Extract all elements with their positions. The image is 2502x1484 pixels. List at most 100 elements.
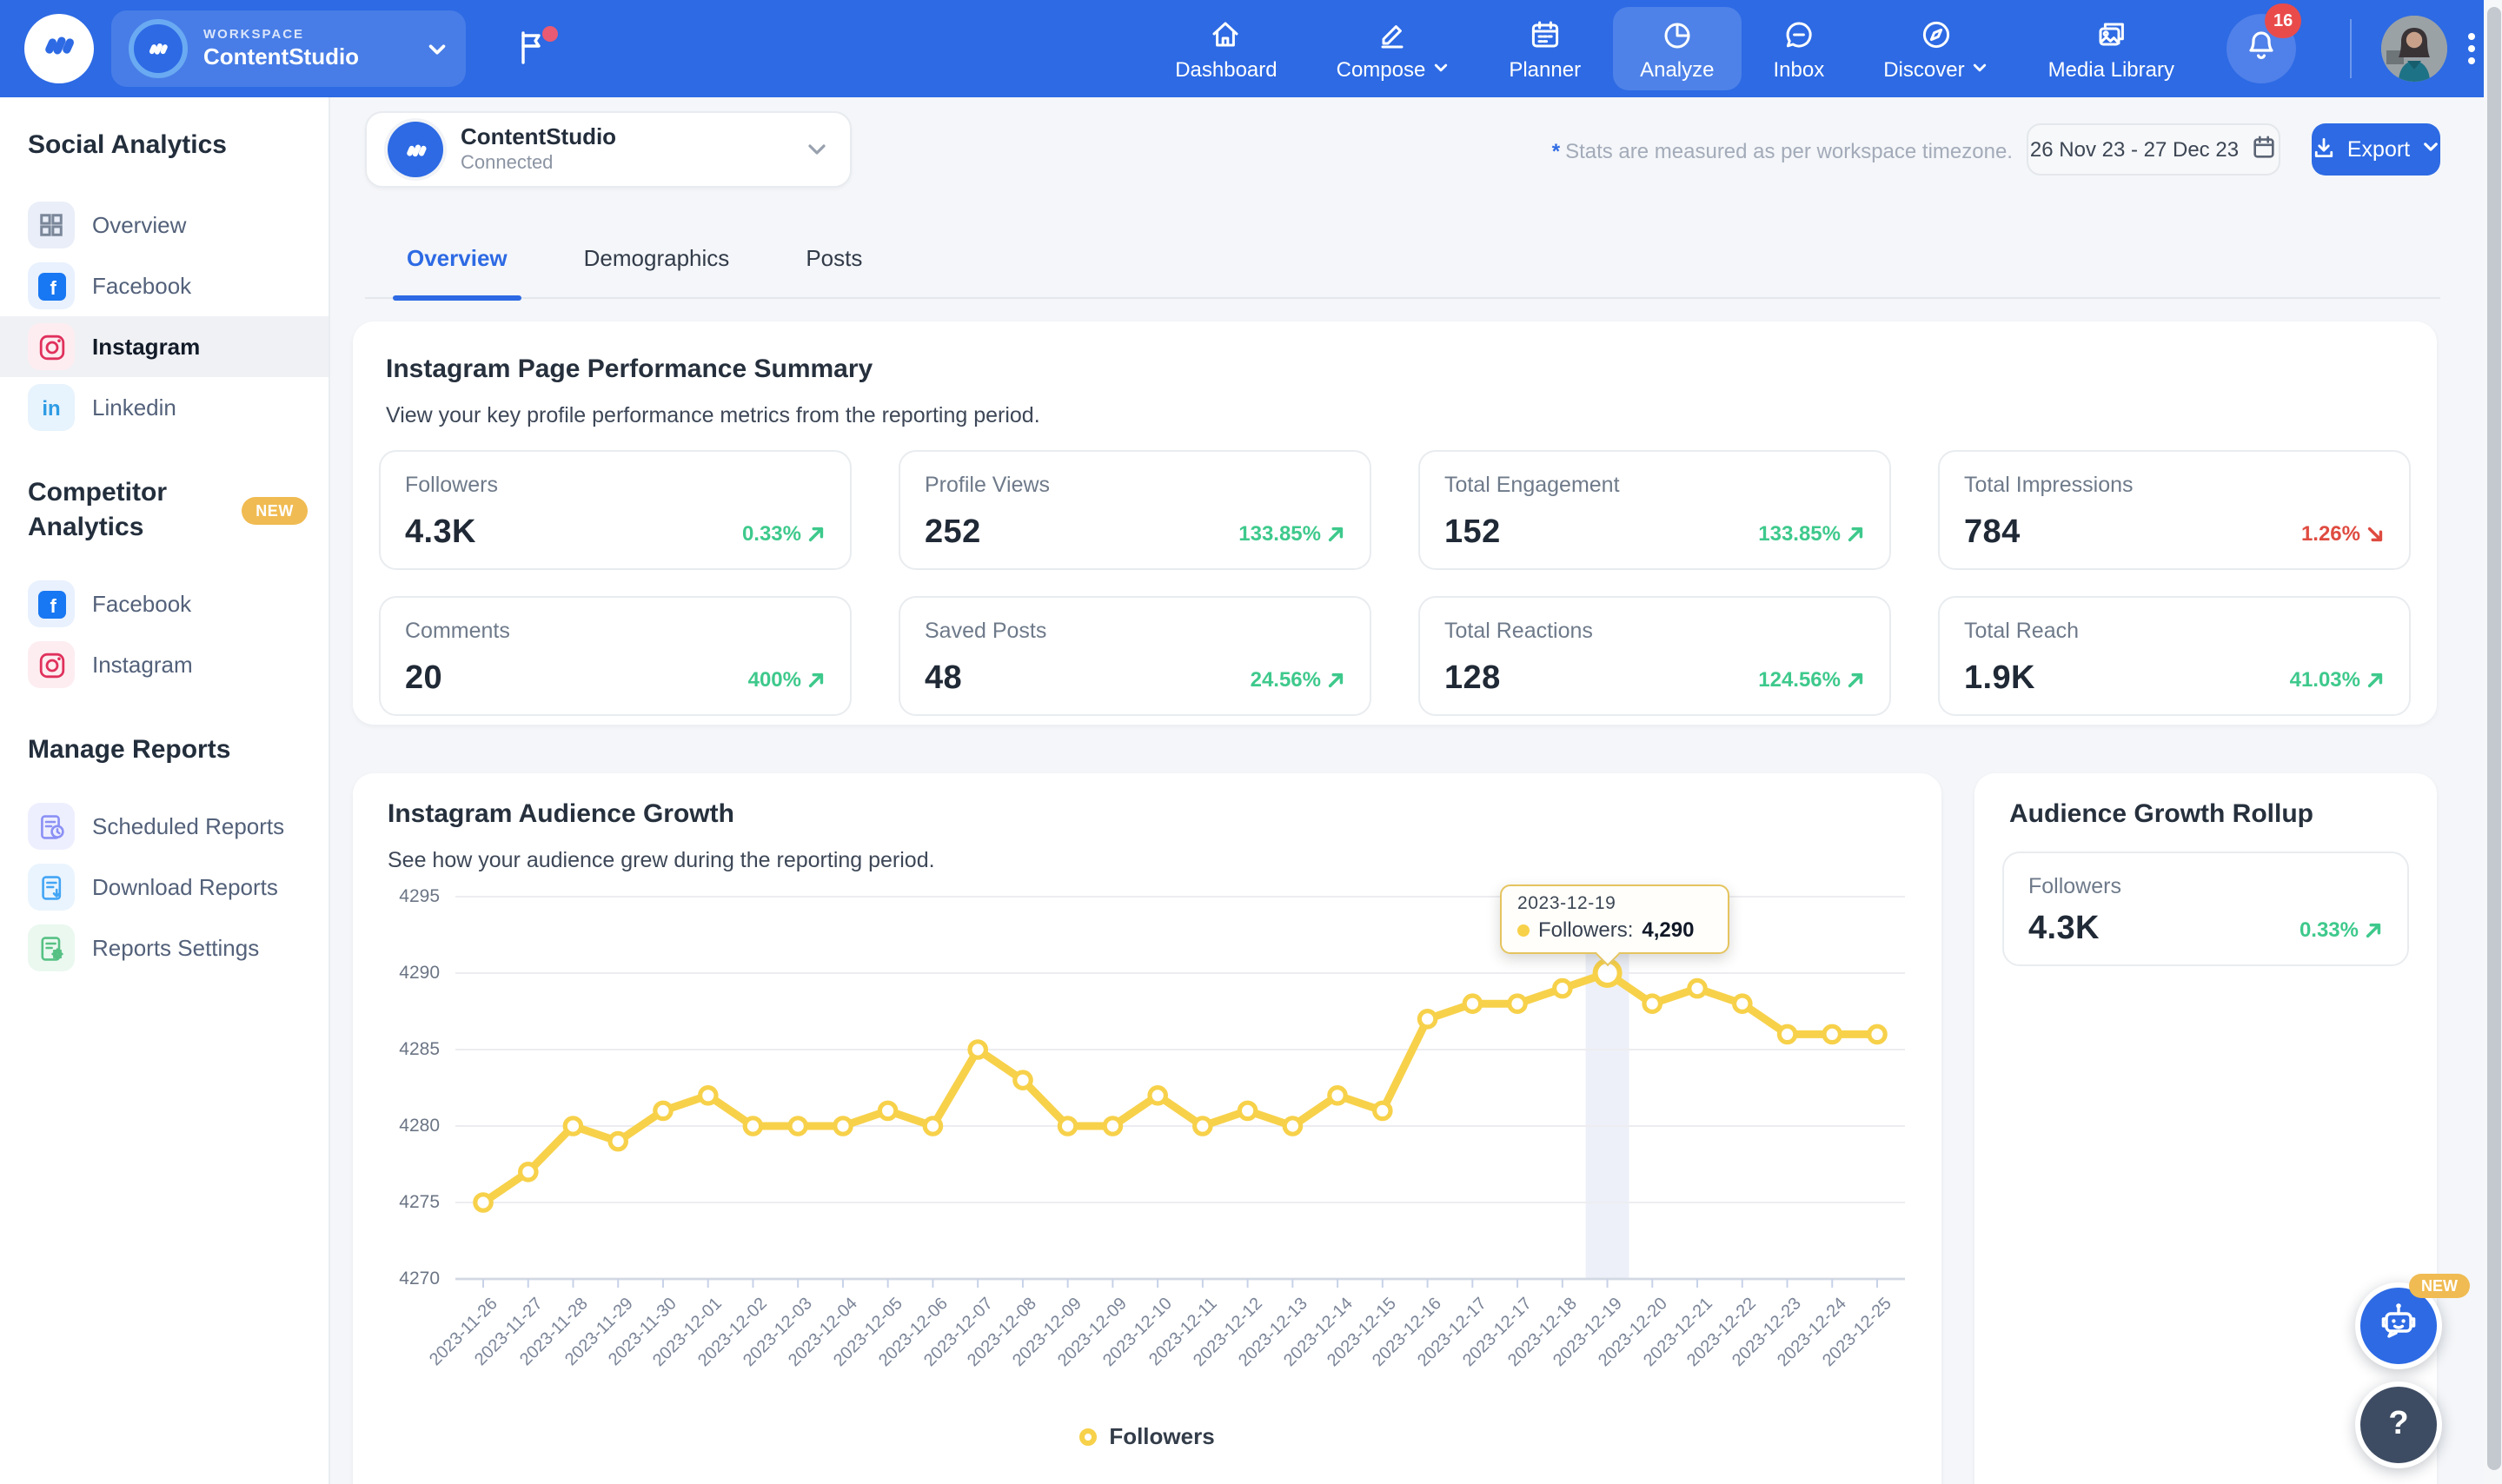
x-axis-label: 2023-11-26 — [426, 1295, 502, 1370]
metric-label: Followers — [405, 473, 498, 497]
flag-icon — [514, 31, 549, 76]
metric-card-total-reach: Total Reach 1.9K 41.03% — [1938, 596, 2411, 716]
tab-demographics[interactable]: Demographics — [584, 245, 730, 297]
x-axis-label: 2023-12-15 — [1324, 1295, 1402, 1371]
notifications-button[interactable]: 16 — [2227, 3, 2302, 83]
growth-title: Instagram Audience Growth — [388, 799, 734, 829]
contentstudio-logo[interactable] — [24, 14, 94, 83]
sidebar-item-social-overview[interactable]: Overview — [0, 195, 329, 255]
metric-card-followers: Followers 4.3K 0.33% — [379, 450, 852, 570]
flag-notification-dot — [542, 26, 558, 42]
x-axis-label: 2023-11-28 — [516, 1295, 593, 1370]
trend-down-icon — [2366, 524, 2385, 543]
trend-up-icon — [1326, 524, 1345, 543]
notification-badge: 16 — [2265, 3, 2302, 38]
facebook-icon: f — [28, 580, 75, 627]
topbar-divider — [2350, 19, 2352, 78]
sidebar-item-manage-reports-settings[interactable]: Reports Settings — [0, 918, 329, 978]
nav-dashboard[interactable]: Dashboard — [1147, 7, 1304, 90]
metric-label: Total Engagement — [1444, 473, 1620, 497]
sidebar-item-competitor-instagram[interactable]: Instagram — [0, 634, 329, 695]
trend-up-icon — [1326, 670, 1345, 689]
metric-card-total-impressions: Total Impressions 784 1.26% — [1938, 450, 2411, 570]
media-icon — [2094, 17, 2128, 51]
sidebar-section-title: Social Analytics — [28, 130, 227, 160]
metric-delta: 24.56% — [1251, 667, 1345, 692]
sidebar-item-label: Instagram — [92, 652, 193, 678]
user-avatar[interactable] — [2381, 16, 2447, 82]
metric-label: Total Reactions — [1444, 619, 1593, 643]
nav-media-library[interactable]: Media Library — [2021, 7, 2202, 90]
chart-tooltip: 2023-12-19 Followers: 4,290 — [1500, 884, 1729, 967]
top-navigation: Dashboard Compose Planner Analyze Inbox Disco… — [1145, 0, 2204, 97]
ai-chatbot-button[interactable]: NEW — [2355, 1274, 2470, 1369]
trend-up-icon — [2364, 920, 2383, 939]
x-axis-label: 2023-12-22 — [1684, 1295, 1762, 1371]
audience-growth-rollup-card: Audience Growth Rollup Followers 4.3K 0.… — [1974, 773, 2437, 1484]
contentstudio-logo-icon — [40, 25, 78, 72]
sidebar-item-label: Reports Settings — [92, 935, 260, 961]
metric-delta: 1.26% — [2301, 521, 2385, 546]
tab-overview[interactable]: Overview — [393, 245, 521, 301]
metric-label: Total Reach — [1964, 619, 2080, 643]
tooltip-arrow — [1595, 941, 1621, 967]
workspace-name: ContentStudio — [203, 43, 360, 70]
export-button[interactable]: Export — [2312, 123, 2440, 176]
x-axis-label: 2023-11-30 — [606, 1295, 682, 1370]
chart-legend[interactable]: Followers — [353, 1423, 1941, 1449]
x-axis-label: 2023-12-24 — [1774, 1295, 1851, 1371]
nav-analyze[interactable]: Analyze — [1612, 7, 1742, 90]
timezone-note-text: Stats are measured as per workspace time… — [1565, 139, 2013, 163]
sidebar-section-title: Competitor Analytics — [28, 478, 167, 542]
metric-delta: 41.03% — [2290, 667, 2385, 692]
report-settings-icon — [28, 924, 75, 971]
x-axis-label: 2023-12-05 — [830, 1295, 907, 1371]
facebook-icon: f — [28, 262, 75, 309]
tab-posts[interactable]: Posts — [806, 245, 862, 297]
page-scrollbar[interactable] — [2484, 0, 2502, 1484]
compass-icon — [1919, 17, 1954, 51]
sidebar-item-manage-scheduled-reports[interactable]: Scheduled Reports — [0, 796, 329, 857]
sidebar-item-label: Download Reports — [92, 874, 278, 900]
sidebar-item-social-instagram[interactable]: Instagram — [0, 316, 329, 377]
instagram-icon — [28, 323, 75, 370]
tooltip-series-value: 4,290 — [1642, 918, 1695, 942]
metric-value: 1.9K — [1964, 660, 2035, 697]
sidebar: Social Analytics Overview f Facebook Instagr… — [0, 97, 330, 1484]
x-axis-label: 2023-12-04 — [785, 1295, 862, 1371]
metric-value: 48 — [925, 660, 963, 697]
metric-value: 4.3K — [405, 514, 476, 551]
rollup-followers-card: Followers 4.3K 0.33% — [2002, 851, 2409, 966]
nav-discover[interactable]: Discover — [1855, 7, 2016, 90]
workspace-selector[interactable]: WORKSPACE ContentStudio — [111, 10, 466, 87]
sidebar-item-manage-download-reports[interactable]: Download Reports — [0, 857, 329, 918]
nav-label: Inbox — [1773, 56, 1825, 81]
nav-compose[interactable]: Compose — [1309, 7, 1478, 90]
nav-planner[interactable]: Planner — [1481, 7, 1609, 90]
followers-line-chart[interactable]: 4295 4290 4285 4280 4275 4270 2023-11-26 2023-1… — [353, 773, 1941, 1484]
sidebar-item-social-linkedin[interactable]: in Linkedin — [0, 377, 329, 438]
metric-card-profile-views: Profile Views 252 133.85% — [899, 450, 1371, 570]
scrollbar-thumb[interactable] — [2486, 7, 2500, 1470]
report-download-icon — [28, 864, 75, 911]
whats-new-flag-button[interactable] — [514, 26, 560, 76]
metrics-grid: Followers 4.3K 0.33% Profile Views 252 133.85… — [379, 450, 2411, 716]
metric-value: 784 — [1964, 514, 2021, 551]
sidebar-item-social-facebook[interactable]: f Facebook — [0, 255, 329, 316]
sidebar-item-competitor-facebook[interactable]: f Facebook — [0, 573, 329, 634]
metric-label: Saved Posts — [925, 619, 1047, 643]
legend-followers-icon — [1079, 1428, 1098, 1445]
sidebar-item-label: Linkedin — [92, 394, 176, 421]
date-range-picker[interactable]: 26 Nov 23 - 27 Dec 23 — [2027, 123, 2280, 176]
more-menu-button[interactable] — [2461, 30, 2482, 68]
robot-icon — [2374, 1297, 2423, 1355]
nav-label: Planner — [1509, 56, 1582, 81]
metric-delta: 133.85% — [1758, 521, 1865, 546]
sidebar-item-label: Scheduled Reports — [92, 813, 285, 839]
x-axis-label: 2023-12-08 — [965, 1295, 1042, 1371]
nav-inbox[interactable]: Inbox — [1746, 7, 1853, 90]
svg-text:f: f — [50, 276, 56, 298]
help-button[interactable]: ? — [2355, 1381, 2442, 1468]
grid-icon — [28, 202, 75, 248]
sidebar-section-title: Manage Reports — [28, 735, 231, 765]
